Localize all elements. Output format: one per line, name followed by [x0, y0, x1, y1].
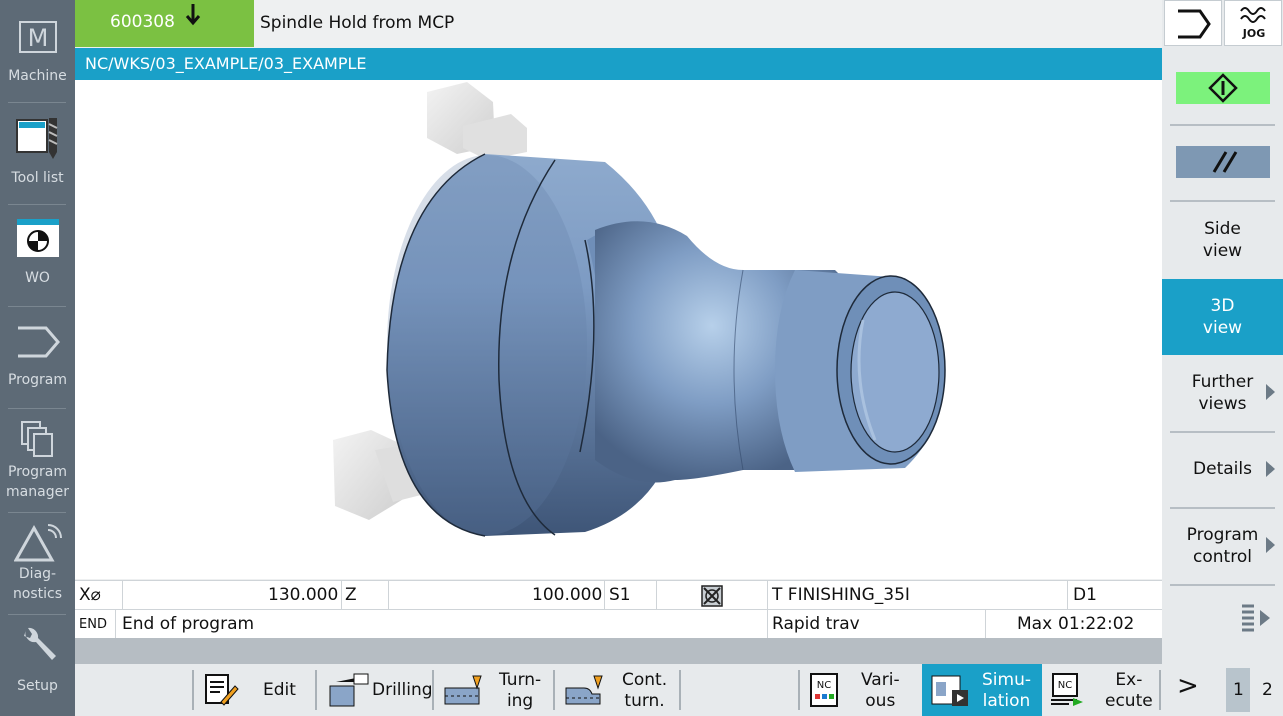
- 3d-view-button[interactable]: 3D view: [1162, 279, 1283, 355]
- edit-button[interactable]: Edit: [197, 664, 315, 716]
- next-label: >: [1177, 671, 1199, 701]
- contour-turning-icon: [565, 675, 603, 705]
- x-axis-label: X⌀: [79, 585, 101, 605]
- alarm-number: 600308: [110, 12, 175, 32]
- work-offset-icon: [16, 218, 60, 264]
- x-axis-value: 130.000: [268, 585, 339, 605]
- position-status-row: X⌀ 130.000 Z 100.000 S1 T FINISHING_35I …: [75, 580, 1162, 610]
- tool-list-icon: [15, 116, 61, 166]
- various-label: Vari- ous: [861, 670, 900, 711]
- right-softkey-panel: JOG Side view 3D view Further views Deta…: [1162, 0, 1283, 664]
- sidebar-item-setup[interactable]: Setup: [0, 616, 75, 716]
- program-icon: [16, 324, 60, 366]
- drilling-icon: [329, 673, 369, 707]
- program-manager-icon: [18, 420, 58, 466]
- simulation-label: Simu- lation: [982, 670, 1031, 711]
- status-message: End of program: [122, 614, 255, 634]
- sidebar-item-label: Machine: [8, 68, 67, 84]
- program-control-button[interactable]: Program control: [1162, 524, 1283, 568]
- sidebar-item-label: Program manager: [6, 464, 69, 500]
- contour-turning-label: Cont. turn.: [622, 670, 668, 711]
- wrench-icon: [18, 626, 58, 672]
- side-view-button[interactable]: Side view: [1162, 218, 1283, 262]
- turning-button[interactable]: Turn- ing: [437, 664, 553, 716]
- next-softkeys-button[interactable]: >: [1163, 664, 1209, 716]
- various-button[interactable]: NC Vari- ous: [803, 664, 918, 716]
- jog-label: JOG: [1242, 27, 1266, 40]
- cycle-start-icon: [1208, 73, 1238, 103]
- page-2-button[interactable]: 2: [1255, 664, 1279, 716]
- sidebar-item-label: Program: [7, 372, 68, 388]
- jog-mode-button[interactable]: JOG: [1224, 0, 1282, 46]
- z-axis-value: 100.000: [532, 585, 603, 605]
- sidebar-item-label: Setup: [17, 678, 58, 694]
- page-1-label: 1: [1233, 680, 1244, 700]
- simulation-3d-view[interactable]: [75, 80, 1162, 579]
- chevron-right-icon: [1266, 384, 1275, 400]
- execute-icon: NC: [1051, 673, 1083, 706]
- arrow-down-icon: [183, 2, 203, 33]
- more-list-icon[interactable]: [1240, 600, 1276, 640]
- turning-icon: [444, 675, 482, 705]
- execute-button[interactable]: NC Ex- ecute: [1043, 664, 1159, 716]
- turning-label: Turn- ing: [499, 670, 542, 711]
- sidebar-item-label: Tool list: [11, 170, 64, 186]
- drilling-button[interactable]: Drilling: [320, 664, 433, 716]
- nc-badge: NC: [817, 680, 831, 691]
- page-1-button[interactable]: 1: [1226, 668, 1250, 712]
- jog-icon: [1240, 7, 1266, 23]
- progress-strip: [75, 638, 1162, 664]
- active-tool: T FINISHING_35I: [772, 585, 910, 605]
- reset-button[interactable]: [1176, 146, 1270, 178]
- z-axis-label: Z: [345, 585, 357, 605]
- machine-icon: M: [18, 16, 58, 62]
- chevron-right-icon: [1266, 537, 1275, 553]
- execute-label: Ex- ecute: [1105, 670, 1153, 711]
- cycle-start-button[interactable]: [1176, 72, 1270, 104]
- program-status-row: END End of program Rapid trav Max 01:22:…: [75, 609, 1162, 639]
- sidebar-item-tool-list[interactable]: Tool list: [0, 104, 75, 204]
- program-mode-button[interactable]: [1164, 0, 1222, 46]
- page-2-label: 2: [1262, 680, 1273, 700]
- various-icon: NC: [810, 673, 838, 707]
- simulation-button[interactable]: Simu- lation: [922, 664, 1042, 716]
- left-sidebar: M Machine Tool list WO Program Program m…: [0, 0, 75, 716]
- time-label: Max: [1017, 614, 1053, 634]
- bottom-softkey-bar: Edit Drilling Turn- ing Cont. turn. NC V…: [75, 664, 1283, 716]
- program-path: NC/WKS/03_EXAMPLE/03_EXAMPLE: [75, 48, 1162, 80]
- reset-icon: [1212, 151, 1238, 173]
- 3d-view-label: 3D view: [1202, 296, 1243, 338]
- alarm-indicator[interactable]: 600308: [75, 0, 254, 47]
- chevron-right-icon: [1266, 461, 1275, 477]
- sidebar-item-program[interactable]: Program: [0, 308, 75, 408]
- edit-label: Edit: [263, 680, 296, 700]
- nc-badge: NC: [1058, 680, 1072, 691]
- sidebar-item-machine[interactable]: M Machine: [0, 0, 75, 100]
- spindle-stop-icon: [701, 585, 723, 611]
- svg-text:M: M: [27, 24, 48, 52]
- run-time: 01:22:02: [1058, 614, 1135, 634]
- sidebar-item-diagnostics[interactable]: Diag- nostics: [0, 514, 75, 614]
- further-views-button[interactable]: Further views: [1162, 371, 1283, 415]
- feed-mode: Rapid trav: [772, 614, 860, 634]
- sidebar-item-program-manager[interactable]: Program manager: [0, 410, 75, 510]
- edit-icon: [205, 674, 239, 706]
- alarm-message: Spindle Hold from MCP: [254, 0, 1162, 47]
- spindle-label: S1: [609, 585, 631, 605]
- workpiece: [386, 153, 946, 537]
- end-code: END: [79, 617, 107, 632]
- sidebar-item-label: Diag- nostics: [12, 566, 63, 602]
- contour-turning-button[interactable]: Cont. turn.: [558, 664, 674, 716]
- chuck-jaw: [427, 82, 527, 160]
- drilling-label: Drilling: [372, 680, 433, 700]
- details-button[interactable]: Details: [1162, 458, 1283, 480]
- tool-offset: D1: [1073, 585, 1097, 605]
- sidebar-item-wo[interactable]: WO: [0, 206, 75, 306]
- sidebar-item-label: WO: [25, 270, 50, 286]
- simulation-icon: [931, 675, 968, 706]
